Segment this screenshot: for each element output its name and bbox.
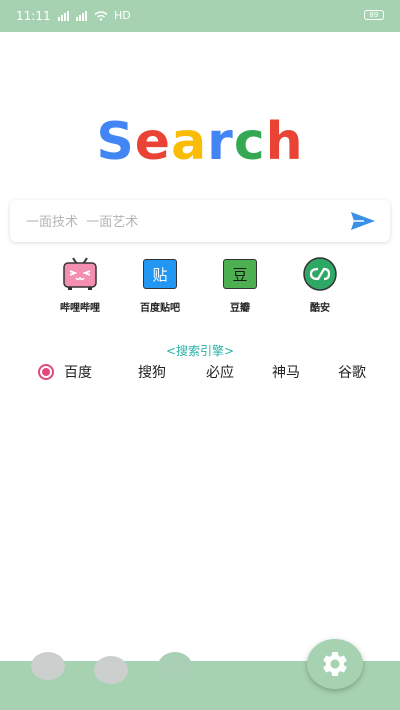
engine-option-google[interactable]: 谷歌 [338, 362, 366, 382]
engine-option-sogou[interactable]: 搜狗 [138, 362, 206, 382]
bottom-bubble-button[interactable] [158, 652, 192, 680]
battery-level: 89 [369, 11, 379, 19]
network-type-label: HD [114, 9, 131, 22]
quick-link-douban[interactable]: 豆 豆瓣 [200, 255, 280, 314]
bottom-bubble-button[interactable] [31, 652, 65, 680]
engine-label: 搜狗 [138, 365, 166, 381]
status-icons: HD [58, 9, 131, 22]
engine-option-shenma[interactable]: 神马 [272, 362, 338, 382]
engines-title: <搜索引擎> [165, 344, 235, 358]
settings-button[interactable] [307, 639, 363, 689]
search-box [10, 200, 390, 242]
bottom-bubble-button[interactable] [94, 656, 128, 684]
tieba-icon-text: 贴 [152, 265, 168, 284]
engine-option-baidu[interactable]: 百度 [38, 362, 138, 382]
tieba-icon: 贴 [138, 255, 182, 293]
radio-selected-icon[interactable] [38, 364, 54, 380]
logo-letter: a [171, 112, 208, 172]
signal-icon [58, 10, 70, 21]
quick-link-label: 哔哩哔哩 [60, 303, 100, 314]
engine-option-bing[interactable]: 必应 [206, 362, 272, 382]
quick-link-label: 百度贴吧 [140, 303, 180, 314]
logo-letter: e [134, 112, 172, 172]
search-input[interactable] [24, 210, 338, 234]
engine-label: 神马 [272, 365, 300, 381]
quick-link-tieba[interactable]: 贴 百度贴吧 [120, 255, 200, 314]
gear-icon [323, 652, 347, 676]
logo-letter: c [233, 112, 266, 172]
quick-link-bilibili[interactable]: 哔哩哔哩 [40, 255, 120, 314]
quick-link-label: 豆瓣 [230, 303, 250, 314]
logo-letter: r [207, 112, 234, 172]
status-time: 11:11 [16, 9, 51, 23]
logo-letter: S [96, 112, 135, 172]
bilibili-icon [58, 255, 102, 293]
status-bar: 11:11 HD 89 [0, 0, 400, 32]
engine-label: 必应 [206, 365, 234, 381]
send-icon[interactable] [350, 210, 376, 232]
wifi-icon [94, 10, 108, 21]
engine-selector: 百度 搜狗 必应 神马 谷歌 [38, 362, 378, 382]
quick-link-coolapk[interactable]: 酷安 [280, 255, 360, 314]
douban-icon: 豆 [218, 255, 262, 293]
logo-letter: h [265, 112, 304, 172]
douban-icon-text: 豆 [232, 265, 248, 284]
coolapk-icon [298, 255, 342, 293]
search-logo: Search [0, 112, 400, 172]
quick-link-label: 酷安 [310, 303, 330, 314]
engine-label: 谷歌 [338, 365, 366, 381]
engine-label: 百度 [64, 365, 92, 381]
battery-icon: 89 [364, 10, 384, 20]
quick-links: 哔哩哔哩 贴 百度贴吧 豆 豆瓣 酷安 [40, 255, 360, 314]
signal-icon-2 [76, 10, 88, 21]
